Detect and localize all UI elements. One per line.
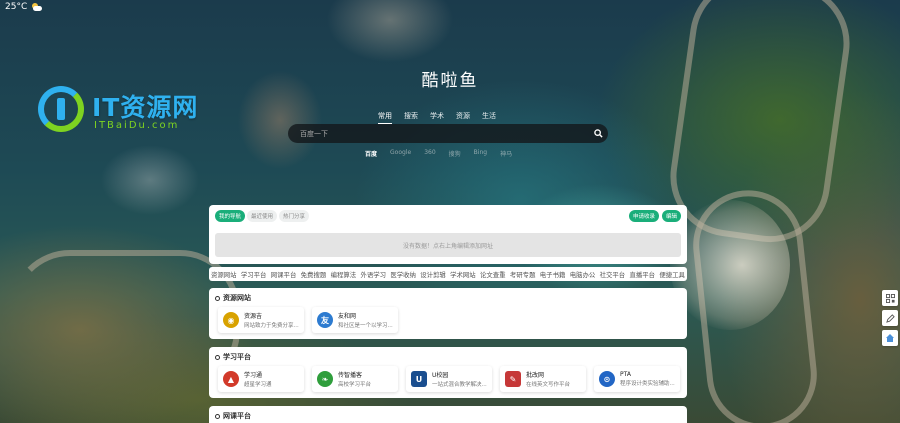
- site-name: 资源吉: [244, 313, 263, 320]
- category-link[interactable]: 论文查重: [480, 270, 506, 279]
- category-link[interactable]: 资源网站: [211, 270, 237, 279]
- search-bar: [288, 124, 608, 143]
- section-title: 资源网站: [223, 294, 251, 302]
- search-category-tabs: 常用 搜索 学术 资源 生活: [378, 111, 496, 124]
- category-link[interactable]: 社交平台: [600, 270, 626, 279]
- edit-icon: [885, 313, 895, 323]
- search-tab-common[interactable]: 常用: [378, 111, 392, 124]
- site-desc: 一站式混合教学解决...: [432, 382, 487, 388]
- site-name: 批改网: [526, 372, 545, 379]
- search-tab-resources[interactable]: 资源: [456, 111, 470, 124]
- site-tile[interactable]: ⊙ PTA 程序设计类实验辅助...: [594, 366, 680, 392]
- site-desc: 和社区是一个以学习...: [338, 323, 393, 329]
- site-desc: 高校学习平台: [338, 382, 372, 388]
- site-tile[interactable]: ◉ 资源吉 网站致力于免费分享...: [218, 307, 304, 333]
- empty-state-message: 没有数据！点右上角编辑添加网址: [215, 233, 681, 257]
- category-link[interactable]: 电子书籍: [540, 270, 566, 279]
- category-link[interactable]: 编程算法: [331, 270, 357, 279]
- category-link[interactable]: 学术网站: [450, 270, 476, 279]
- tab-recent[interactable]: 最近使用: [247, 210, 278, 222]
- home-button[interactable]: [882, 330, 898, 346]
- site-logo-icon: ❧: [317, 371, 333, 387]
- site-tile[interactable]: ✎ 批改网 在线英文写作平台: [500, 366, 586, 392]
- site-tile[interactable]: ▲ 学习通 超星学习通: [218, 366, 304, 392]
- category-link[interactable]: 直播平台: [629, 270, 655, 279]
- site-tile[interactable]: U U校园 一站式混合教学解决...: [406, 366, 492, 392]
- site-logo-icon: ◉: [223, 312, 239, 328]
- site-name: 传智播客: [338, 372, 363, 379]
- tab-hot-share[interactable]: 热门分享: [279, 210, 310, 222]
- section-title: 网课平台: [223, 412, 251, 420]
- category-link[interactable]: 学习平台: [241, 270, 267, 279]
- qrcode-icon: [885, 293, 895, 303]
- engine-bing[interactable]: Bing: [474, 149, 487, 158]
- site-logo-icon: ✎: [505, 371, 521, 387]
- site-tile[interactable]: ❧ 传智播客 高校学习平台: [312, 366, 398, 392]
- engine-baidu[interactable]: 百度: [365, 149, 377, 158]
- category-nav: 资源网站 学习平台 网课平台 免费搜题 编程算法 外语学习 医学收纳 设计剪辑 …: [209, 267, 687, 281]
- site-desc: 网站致力于免费分享...: [244, 323, 299, 329]
- search-button[interactable]: [588, 124, 608, 143]
- section-title: 学习平台: [223, 353, 251, 361]
- section-bullet-icon: [215, 295, 220, 301]
- category-link[interactable]: 考研专题: [510, 270, 536, 279]
- partly-cloudy-icon: [30, 3, 43, 11]
- search-tab-life[interactable]: 生活: [482, 111, 496, 124]
- section-resource-sites: 资源网站 ◉ 资源吉 网站致力于免费分享... 友 友和网 和社区是一个以学习.…: [209, 288, 687, 339]
- search-tab-search[interactable]: 搜索: [404, 111, 418, 124]
- site-name: PTA: [620, 371, 631, 378]
- qrcode-button[interactable]: [882, 290, 898, 306]
- temperature-text: 25°C: [5, 2, 28, 12]
- category-link[interactable]: 医学收纳: [390, 270, 416, 279]
- site-name: U校园: [432, 372, 449, 379]
- search-input[interactable]: [288, 129, 588, 138]
- site-title: 酷啦鱼: [421, 71, 479, 91]
- section-learning-platforms: 学习平台 ▲ 学习通 超星学习通 ❧ 传智播客 高校学习平台 U U校园 一站式…: [209, 347, 687, 398]
- site-desc: 在线英文写作平台: [526, 382, 571, 388]
- search-tab-academic[interactable]: 学术: [430, 111, 444, 124]
- engine-sogou[interactable]: 搜狗: [449, 149, 461, 158]
- category-link[interactable]: 免费搜题: [301, 270, 327, 279]
- category-link[interactable]: 电脑办公: [570, 270, 596, 279]
- weather-widget[interactable]: 25°C: [5, 2, 43, 12]
- engine-google[interactable]: Google: [390, 149, 411, 158]
- category-link[interactable]: 外语学习: [360, 270, 386, 279]
- tab-my-nav[interactable]: 我的导航: [215, 210, 246, 222]
- my-nav-card: 我的导航 最近使用 热门分享 申请收录 编辑 没有数据！点右上角编辑添加网址: [209, 205, 687, 264]
- edit-float-button[interactable]: [882, 310, 898, 326]
- site-tile[interactable]: 友 友和网 和社区是一个以学习...: [312, 307, 398, 333]
- site-name: 学习通: [244, 372, 263, 379]
- search-engine-list: 百度 Google 360 搜狗 Bing 神马: [365, 149, 512, 158]
- engine-shenma[interactable]: 神马: [500, 149, 512, 158]
- section-online-courses: 网课平台: [209, 406, 687, 423]
- logo-brand-text: IT资源网: [92, 93, 199, 122]
- category-link[interactable]: 设计剪辑: [420, 270, 446, 279]
- engine-360[interactable]: 360: [424, 149, 435, 158]
- site-logo[interactable]: IT资源网 ITBaiDu.com: [38, 86, 228, 136]
- site-logo-icon: ▲: [223, 371, 239, 387]
- search-icon: [593, 129, 603, 138]
- home-icon: [886, 334, 894, 342]
- category-link[interactable]: 便捷工具: [659, 270, 685, 279]
- my-nav-tabs: 我的导航 最近使用 热门分享: [215, 210, 310, 222]
- site-logo-icon: U: [411, 371, 427, 387]
- site-logo-icon: 友: [317, 312, 333, 328]
- edit-button[interactable]: 编辑: [661, 210, 681, 222]
- category-link[interactable]: 网课平台: [271, 270, 297, 279]
- apply-listing-button[interactable]: 申请收录: [628, 210, 659, 222]
- section-bullet-icon: [215, 354, 220, 360]
- site-name: 友和网: [338, 313, 357, 320]
- site-desc: 超星学习通: [244, 382, 272, 388]
- site-logo-icon: ⊙: [599, 371, 615, 387]
- site-desc: 程序设计类实验辅助...: [620, 381, 675, 387]
- section-bullet-icon: [215, 413, 220, 419]
- logo-sub-text: ITBaiDu.com: [94, 120, 180, 131]
